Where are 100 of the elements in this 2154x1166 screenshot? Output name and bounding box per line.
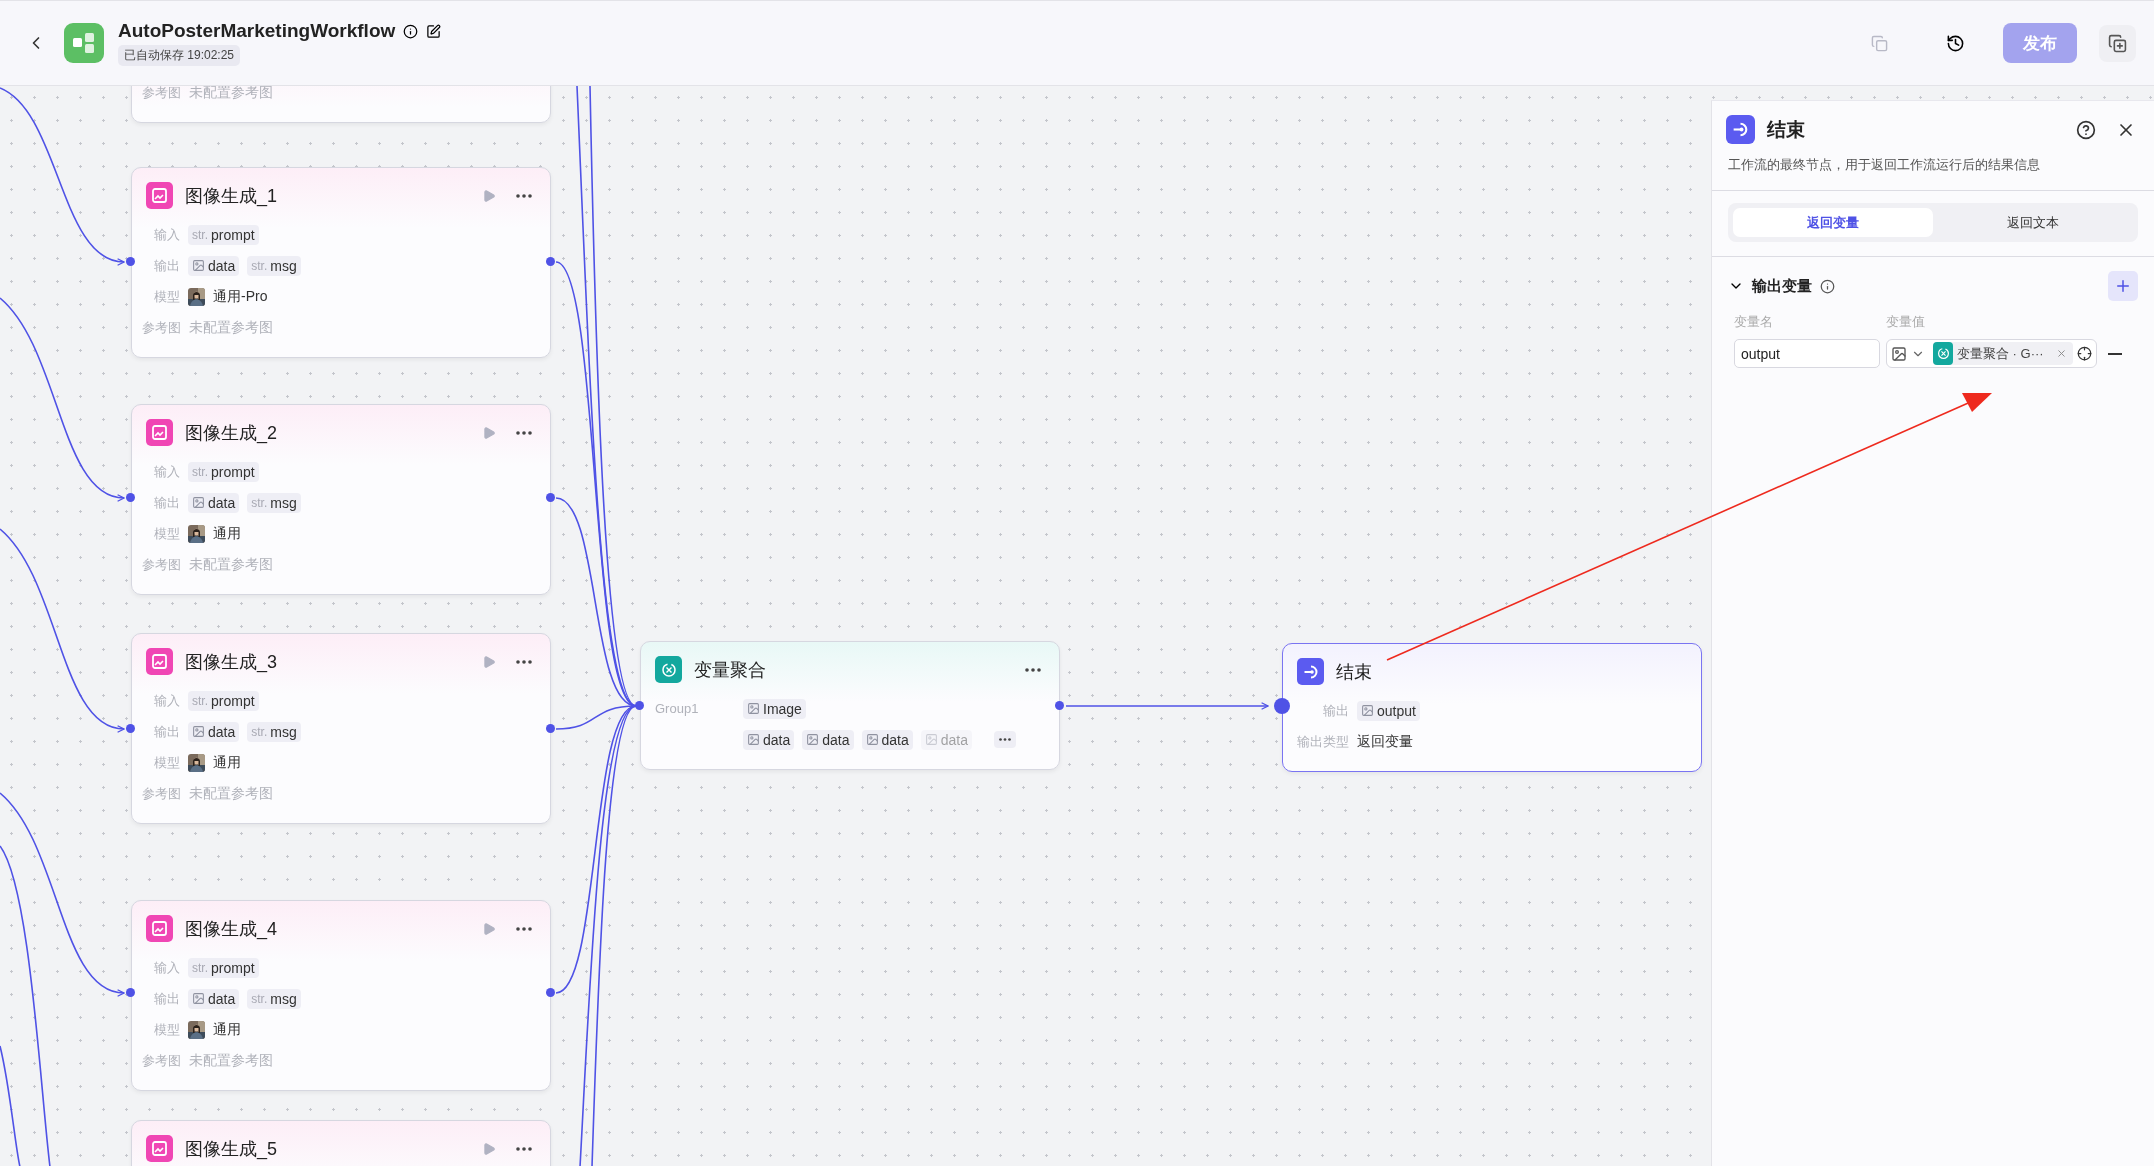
image-icon — [806, 733, 820, 746]
aggregate-icon — [655, 656, 682, 683]
end-icon — [1726, 115, 1755, 144]
variable-tag: str. prompt — [188, 461, 259, 482]
row-label: 参考图 — [142, 1051, 181, 1070]
image-icon — [192, 259, 205, 272]
node-title: 图像生成_1 — [185, 184, 279, 208]
play-icon — [482, 921, 496, 936]
column-label: 变量值 — [1886, 313, 1926, 331]
image-generation-icon — [146, 182, 173, 209]
output-handle[interactable] — [546, 493, 555, 502]
output-handle[interactable] — [1055, 701, 1064, 710]
variable-name-field[interactable]: output — [1734, 339, 1880, 368]
image-tag: data — [188, 492, 240, 513]
reference-value: 未配置参考图 — [189, 318, 273, 337]
tab[interactable]: 返回文本 — [1933, 208, 2133, 237]
row-label: 输出 — [153, 256, 180, 275]
row-label: 输入 — [153, 691, 180, 710]
output-handle[interactable] — [546, 257, 555, 266]
image-icon — [865, 733, 879, 746]
variable-tag: str. prompt — [188, 957, 259, 978]
image-icon — [1361, 704, 1374, 717]
image-icon — [747, 733, 760, 746]
panel-description: 工作流的最终节点，用于返回工作流运行后的结果信息 — [1728, 156, 2041, 174]
image-tag: data — [861, 729, 913, 750]
image-generation-node[interactable]: 图像生成_3 输入 str. prompt 输出 data str. msg 模型 通用 参考图 未配置参考图 — [131, 633, 551, 824]
reference-value: 未配置参考图 — [189, 555, 273, 574]
image-generation-node[interactable]: 图像生成_2 输入 str. prompt 输出 data str. msg 模型 通用 参考图 未配置参考图 — [131, 404, 551, 595]
play-icon — [482, 654, 496, 669]
image-tag: data — [188, 721, 240, 742]
add-button[interactable] — [2108, 271, 2138, 301]
end-node[interactable]: 结束 输出 output 输出类型 返回变量 — [1282, 643, 1702, 772]
tab[interactable]: 返回变量 — [1733, 208, 1933, 237]
close-icon — [2055, 348, 2067, 359]
image-generation-node[interactable]: 图像生成_5 — [131, 1120, 551, 1166]
panel-title: 结束 — [1767, 117, 1806, 142]
column-label: 变量名 — [1734, 313, 1774, 331]
row-label: 模型 — [153, 753, 180, 772]
image-tag: Image — [743, 698, 806, 719]
image-tag: data — [743, 729, 795, 750]
copy-plus-icon — [2108, 33, 2127, 53]
output-handle[interactable] — [546, 724, 555, 733]
row-label: 输出 — [153, 493, 180, 512]
image-tag: data — [920, 729, 972, 750]
node-title: 图像生成_5 — [185, 1137, 279, 1161]
play-icon — [482, 1141, 496, 1156]
more-icon — [1025, 667, 1041, 672]
reference-value: 未配置参考图 — [189, 1051, 273, 1070]
edit-icon[interactable] — [426, 23, 442, 39]
minus-icon — [2107, 352, 2122, 355]
image-icon — [747, 702, 760, 715]
input-handle[interactable] — [1274, 698, 1290, 714]
info-icon — [1820, 278, 1835, 294]
app-logo-icon — [64, 23, 104, 63]
aggregate-node[interactable]: 变量聚合 Group1 Image data data data data — [640, 641, 1060, 770]
reference-value: 未配置参考图 — [189, 784, 273, 803]
more-icon — [516, 659, 532, 664]
source-tag: 变量聚合 · G··· — [1933, 342, 2073, 365]
image-icon — [192, 725, 205, 738]
model-name: 通用 — [213, 1020, 241, 1039]
variable-tag: str. msg — [247, 255, 301, 276]
image-tag: data — [188, 255, 240, 276]
variable-tag: str. msg — [247, 721, 301, 742]
node-title: 图像生成_2 — [185, 421, 279, 445]
row-label: 参考图 — [142, 86, 181, 102]
row-label: 输出 — [153, 722, 180, 741]
variable-tag: str. msg — [247, 492, 301, 513]
row-label: 输出 — [153, 989, 180, 1008]
history-icon[interactable] — [1946, 33, 1965, 53]
row-label: 模型 — [153, 1020, 180, 1039]
node-title: 图像生成_3 — [185, 650, 279, 674]
model-name: 通用-Pro — [213, 287, 268, 306]
input-handle[interactable] — [126, 257, 135, 266]
node-title: 变量聚合 — [694, 658, 767, 682]
more-items-button[interactable] — [994, 731, 1016, 748]
output-type-value: 返回变量 — [1357, 732, 1413, 751]
image-generation-node[interactable]: 图像生成_1 输入 str. prompt 输出 data str. msg 模型 通用-Pro 参考图 未配置参考图 — [131, 167, 551, 358]
node-title: 结束 — [1336, 660, 1373, 684]
input-handle[interactable] — [126, 724, 135, 733]
image-generation-icon — [146, 419, 173, 446]
row-label: 输入 — [153, 225, 180, 244]
image-icon — [192, 496, 205, 509]
info-icon[interactable] — [403, 23, 419, 39]
image-generation-icon — [146, 648, 173, 675]
row-label: 输出类型 — [1296, 732, 1349, 751]
input-handle[interactable] — [635, 701, 644, 710]
add-window-button[interactable] — [2099, 24, 2136, 62]
plus-icon — [2114, 277, 2132, 295]
input-handle[interactable] — [126, 493, 135, 502]
output-handle[interactable] — [546, 988, 555, 997]
node-title: 图像生成_4 — [185, 917, 279, 941]
variable-tag: str. prompt — [188, 224, 259, 245]
image-icon — [192, 992, 205, 1005]
row-label: 输入 — [153, 462, 180, 481]
image-generation-icon — [146, 1135, 173, 1162]
more-icon — [516, 926, 532, 931]
variable-value-field[interactable]: 变量聚合 · G··· — [1886, 339, 2097, 368]
section-title: 输出变量 — [1752, 276, 1812, 296]
input-handle[interactable] — [126, 988, 135, 997]
image-generation-node[interactable]: 图像生成_4 输入 str. prompt 输出 data str. msg 模型 通用 参考图 未配置参考图 — [131, 900, 551, 1091]
